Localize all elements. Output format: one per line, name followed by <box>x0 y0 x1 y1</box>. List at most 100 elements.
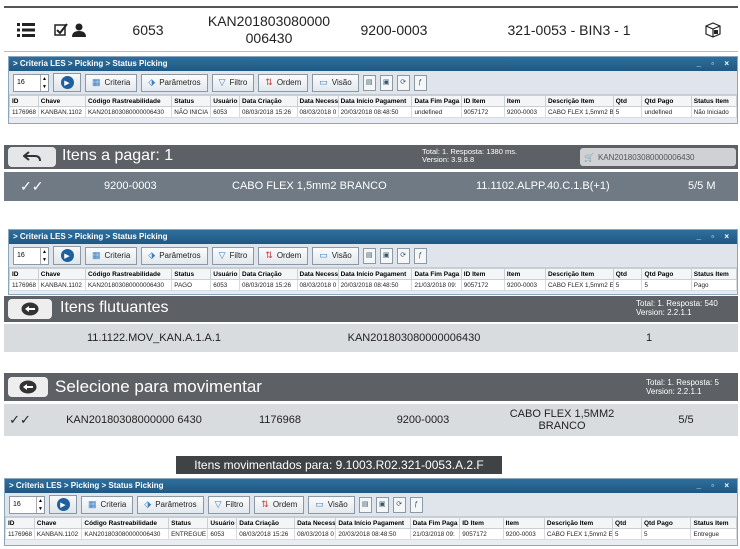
column-header[interactable]: Descrição Item <box>544 95 614 107</box>
parameters-button[interactable]: ⬗ Parâmetros <box>141 246 208 265</box>
column-header[interactable]: Qtd <box>612 95 643 107</box>
column-header[interactable]: Descrição Item <box>543 517 614 529</box>
box-icon[interactable] <box>702 8 724 52</box>
column-header[interactable]: Data Início Pagament <box>335 517 411 529</box>
column-header[interactable]: ID Item <box>460 95 505 107</box>
floating-item-row[interactable]: 11.1122.MOV_KAN.A.1.A.1 KAN2018030800000… <box>4 324 738 352</box>
move-item-row[interactable]: ✓✓ KAN20180308000000 6430 1176968 9200-0… <box>4 404 738 436</box>
parameters-button[interactable]: ⬗ Parâmetros <box>137 495 204 514</box>
table-row[interactable]: 1176968 KANBAN.1102 KAN201803080000006430 E… <box>5 528 737 540</box>
column-header[interactable]: Descrição Item <box>544 268 614 280</box>
column-header[interactable]: Usuário <box>210 95 240 107</box>
order-button[interactable]: ⇅ Ordem <box>254 495 305 514</box>
save-icon[interactable]: ▣ <box>379 247 393 264</box>
refresh-icon[interactable]: ⟳ <box>392 496 406 513</box>
export-icon[interactable]: ▤ <box>362 247 376 264</box>
save-icon[interactable]: ▣ <box>375 496 389 513</box>
column-header[interactable]: Data Fim Paga <box>411 95 462 107</box>
run-button[interactable]: ▶ <box>53 246 81 265</box>
column-header[interactable]: Data Necess <box>294 517 337 529</box>
column-header[interactable]: Qtd Pago <box>641 95 692 107</box>
column-header[interactable]: Chave <box>37 268 86 280</box>
view-icon: ▭ <box>319 250 328 260</box>
window-controls[interactable]: _ ▫ × <box>697 230 733 244</box>
run-button[interactable]: ▶ <box>53 73 81 92</box>
view-button[interactable]: ▭ Visão <box>312 73 359 92</box>
window-controls[interactable]: _ ▫ × <box>697 57 733 71</box>
formula-icon[interactable]: ƒ <box>409 496 423 513</box>
back-button[interactable] <box>8 299 52 319</box>
column-header[interactable]: Chave <box>33 517 83 529</box>
filter-button[interactable]: ▽ Filtro <box>211 246 255 265</box>
column-header[interactable]: Data Necess <box>296 95 339 107</box>
formula-icon[interactable]: ƒ <box>413 247 427 264</box>
window-controls[interactable]: _ ▫ × <box>697 479 733 493</box>
export-icon[interactable]: ▤ <box>362 74 376 91</box>
user-icon[interactable] <box>70 8 88 52</box>
column-header[interactable]: Qtd Pago <box>640 517 692 529</box>
column-header[interactable]: Código Rastreabilidade <box>81 517 170 529</box>
parameters-button[interactable]: ⬗ Parâmetros <box>141 73 208 92</box>
column-header[interactable]: Status <box>171 95 212 107</box>
page-size-spinner[interactable]: 16 ▲ ▼ <box>9 495 45 514</box>
column-header[interactable]: Data Fim Paga <box>411 268 462 280</box>
table-row[interactable]: 1176968 KANBAN.1102 KAN201803080000006430 N… <box>9 106 738 118</box>
view-button[interactable]: ▭ Visão <box>312 246 359 265</box>
filter-button[interactable]: ▽ Filtro <box>211 73 255 92</box>
refresh-icon[interactable]: ⟳ <box>396 74 410 91</box>
column-header[interactable]: Data Fim Paga <box>409 517 461 529</box>
page-size-spinner[interactable]: 16 ▲ ▼ <box>13 246 49 265</box>
column-header[interactable]: Data Início Pagament <box>337 268 413 280</box>
spinner-arrows-icon[interactable]: ▲ ▼ <box>40 247 48 264</box>
page-size-spinner[interactable]: 16 ▲ ▼ <box>13 73 49 92</box>
formula-icon[interactable]: ƒ <box>413 74 427 91</box>
list-icon[interactable] <box>14 8 38 52</box>
criteria-button[interactable]: ▦ Criteria <box>85 246 138 265</box>
save-icon[interactable]: ▣ <box>379 74 393 91</box>
tag-icon: ⬗ <box>148 250 156 260</box>
column-header[interactable]: Usuário <box>210 268 240 280</box>
column-header[interactable]: Código Rastreabilidade <box>84 95 173 107</box>
column-header[interactable]: Data Início Pagament <box>337 95 413 107</box>
column-header[interactable]: Qtd Pago <box>641 268 692 280</box>
column-header[interactable]: Data Criação <box>239 268 298 280</box>
refresh-icon[interactable]: ⟳ <box>396 247 410 264</box>
spinner-arrows-icon[interactable]: ▲ ▼ <box>40 74 48 91</box>
column-header[interactable]: ID <box>9 95 39 107</box>
pay-item-row[interactable]: ✓✓ 9200-0003 CABO FLEX 1,5mm2 BRANCO 11.… <box>4 172 738 201</box>
criteria-button[interactable]: ▦ Criteria <box>85 73 138 92</box>
run-button[interactable]: ▶ <box>49 495 77 514</box>
filter-button[interactable]: ▽ Filtro <box>207 495 251 514</box>
column-header[interactable]: Data Necess <box>296 268 339 280</box>
column-header[interactable]: Item <box>502 517 545 529</box>
column-header[interactable]: Data Criação <box>239 95 298 107</box>
column-header[interactable]: Qtd <box>612 517 642 529</box>
column-header[interactable]: Data Criação <box>236 517 296 529</box>
column-header[interactable]: Status Item <box>690 517 737 529</box>
order-button[interactable]: ⇅ Ordem <box>258 246 309 265</box>
cart-button[interactable]: 🛒 KAN201803080000006430 <box>580 148 736 166</box>
column-header[interactable]: ID <box>9 268 39 280</box>
export-icon[interactable]: ▤ <box>358 496 372 513</box>
check-square-icon[interactable] <box>52 8 70 52</box>
criteria-button[interactable]: ▦ Criteria <box>81 495 134 514</box>
back-button[interactable] <box>8 147 56 167</box>
column-header[interactable]: ID Item <box>459 517 504 529</box>
column-header[interactable]: ID <box>5 517 35 529</box>
column-header[interactable]: Item <box>503 95 546 107</box>
column-header[interactable]: Status <box>171 268 212 280</box>
back-button[interactable] <box>8 377 48 397</box>
column-header[interactable]: Chave <box>37 95 86 107</box>
column-header[interactable]: Status Item <box>690 268 738 280</box>
spinner-arrows-icon[interactable]: ▲ ▼ <box>36 496 44 513</box>
column-header[interactable]: Item <box>503 268 546 280</box>
column-header[interactable]: Status <box>168 517 209 529</box>
order-button[interactable]: ⇅ Ordem <box>258 73 309 92</box>
column-header[interactable]: Usuário <box>207 517 238 529</box>
column-header[interactable]: ID Item <box>460 268 505 280</box>
column-header[interactable]: Qtd <box>612 268 643 280</box>
table-row[interactable]: 1176968 KANBAN.1102 KAN201803080000006430 P… <box>9 279 738 291</box>
column-header[interactable]: Status Item <box>690 95 738 107</box>
column-header[interactable]: Código Rastreabilidade <box>84 268 173 280</box>
view-button[interactable]: ▭ Visão <box>308 495 355 514</box>
